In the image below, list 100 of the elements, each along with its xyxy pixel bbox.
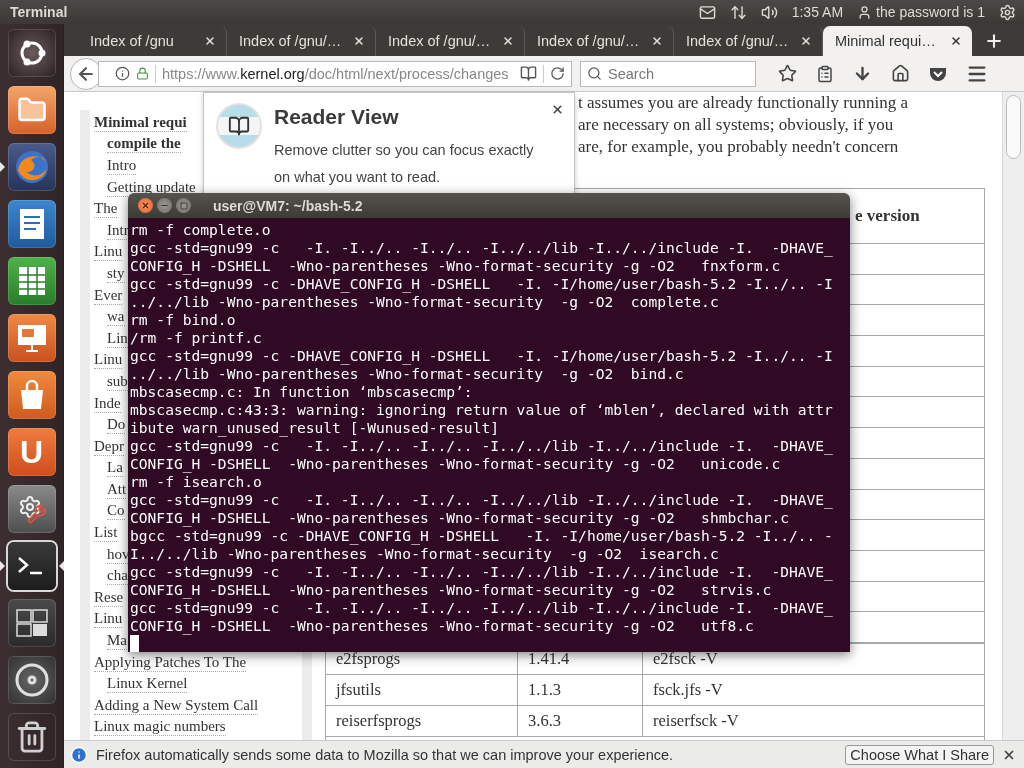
user-name[interactable]: the password is 1: [876, 4, 985, 20]
download-icon[interactable]: [853, 64, 872, 83]
tab-close-button[interactable]: [353, 35, 365, 47]
terminal-output-line: ../../lib -Wno-parentheses -Wno-format-security -g -O2 complete.c: [130, 293, 719, 311]
toc-link[interactable]: wa: [107, 308, 125, 327]
browser-tab[interactable]: Minimal requi…: [823, 26, 972, 56]
scrollbar[interactable]: [1002, 92, 1024, 740]
clock[interactable]: 1:35 AM: [791, 4, 844, 20]
toc-link[interactable]: sty: [107, 264, 125, 283]
toc-link[interactable]: cha: [107, 567, 128, 586]
reader-view-icon: [216, 103, 262, 149]
notification-text: Firefox automatically sends some data to Mozilla so that we can improve your experience.: [96, 746, 675, 763]
toc-link[interactable]: Minimal requi: [94, 113, 187, 132]
toc-link[interactable]: The: [94, 200, 118, 219]
mail-icon[interactable]: [698, 3, 716, 21]
terminal-output-line: ibute warn_unused_result [-Wunused-result]: [130, 419, 500, 437]
paragraph-line: are necessary on all systems; obviously, if you: [578, 114, 894, 136]
user-icon[interactable]: [857, 4, 873, 20]
terminal-output-line: bgcc -std=gnu99 -c -DHAVE_CONFIG_H -DSHELL -I. -I/home/user/bash-5.2 -I../.. -: [130, 527, 833, 545]
toc-link[interactable]: Applying Patches To The: [94, 653, 247, 672]
toc-link[interactable]: La: [107, 459, 123, 478]
toc-link[interactable]: Linux Kernel: [107, 675, 188, 694]
workspaces-icon[interactable]: [7, 599, 56, 647]
url-text: https://www.kernel.org/doc/html/next/process/changes: [162, 65, 510, 82]
maximize-icon: [179, 201, 188, 210]
terminal-output-line: CONFIG_H -DSHELL -Wno-parentheses -Wno-format-security -g -O2 utf8.c: [130, 617, 754, 635]
letter-tile-icon[interactable]: U: [7, 428, 56, 476]
document-icon[interactable]: [7, 200, 56, 248]
table-cell-text: fsck.jfs -V: [652, 679, 724, 701]
toc-link[interactable]: Linu: [94, 243, 123, 262]
plus-icon[interactable]: [984, 31, 1004, 51]
minimize-button[interactable]: [157, 198, 172, 213]
terminal-output-line: ../../lib -Wno-parentheses -Wno-format-security -g -O2 bind.c: [130, 365, 684, 383]
paragraph-line: are, for example, you probably needn't concern: [578, 136, 899, 158]
toc-link[interactable]: Linu: [94, 351, 123, 370]
info-icon[interactable]: [115, 66, 130, 81]
spreadsheet-icon[interactable]: [7, 257, 56, 305]
terminal-output-line: CONFIG_H -DSHELL -Wno-parentheses -Wno-format-security -g -O2 fnxform.c: [130, 257, 781, 275]
toc-link[interactable]: compile the: [107, 135, 181, 154]
terminal-title: user@VM7: ~/bash-5.2: [213, 197, 363, 214]
star-icon[interactable]: [778, 64, 797, 83]
toc-link[interactable]: sub: [107, 372, 128, 391]
settings-icon[interactable]: [7, 485, 56, 533]
terminal-output-line: CONFIG_H -DSHELL -Wno-parentheses -Wno-format-security -g -O2 shmbchar.c: [130, 509, 789, 527]
address-field[interactable]: https://www.kernel.org/doc/html/next/process/changes: [98, 60, 572, 87]
terminal-output-line: rm -f isearch.o: [130, 473, 262, 491]
table-cell-text: reiserfsck -V: [652, 710, 740, 732]
shield-icon[interactable]: [929, 65, 947, 82]
toc-link[interactable]: Lin: [107, 329, 128, 348]
folder-icon[interactable]: [7, 86, 56, 134]
popup-title: Reader View: [274, 105, 400, 129]
tab-close-button[interactable]: [204, 35, 216, 47]
tab-close-button[interactable]: [502, 35, 514, 47]
terminal-output-line: CONFIG_H -DSHELL -Wno-parentheses -Wno-format-security -g -O2 unicode.c: [130, 455, 781, 473]
toc-link[interactable]: Depr: [94, 437, 124, 456]
presentation-icon[interactable]: [7, 314, 56, 362]
tab-close-button[interactable]: [800, 35, 812, 47]
volume-icon[interactable]: [760, 3, 778, 21]
toc-link[interactable]: Do: [107, 416, 126, 435]
toc-link[interactable]: Att: [107, 480, 127, 499]
toc-link[interactable]: Ever: [94, 286, 123, 305]
info-icon: [70, 745, 88, 764]
column-header: e version: [854, 205, 921, 227]
terminal-output-line: gcc -std=gnu99 -c -DHAVE_CONFIG_H -DSHELL -I. -I/home/user/bash-5.2 -I../.. -I: [130, 275, 833, 293]
search-field[interactable]: Search: [580, 60, 756, 87]
shopping-bag-icon[interactable]: [7, 371, 56, 419]
terminal-output-line: gcc -std=gnu99 -c -I. -I../.. -I../.. -I../../lib -I../../include -I. -DHAVE_: [130, 491, 833, 509]
terminal-output-line: I../../lib -Wno-parentheses -Wno-format-security -g -O2 isearch.c: [130, 545, 719, 563]
table-cell: reiserfsprogs: [326, 706, 518, 736]
text-cursor: [130, 635, 139, 652]
toc-link[interactable]: Rese: [94, 588, 124, 607]
choose-share-button[interactable]: Choose What I Share: [845, 744, 994, 765]
toc-link[interactable]: Intro: [107, 157, 137, 175]
terminal-output-line: gcc -std=gnu99 -c -I. -I../.. -I../.. -I../../lib -I../../include -I. -DHAVE_: [130, 239, 833, 257]
close-button[interactable]: [551, 103, 564, 116]
toc-link[interactable]: List: [94, 524, 118, 543]
toc-link[interactable]: Linu: [94, 610, 123, 629]
toc-link[interactable]: Ma: [107, 632, 127, 651]
home-icon[interactable]: [891, 64, 910, 83]
toc-link[interactable]: Linux magic numbers: [94, 718, 226, 737]
close-button[interactable]: [138, 198, 153, 213]
toc-link[interactable]: Co: [107, 502, 125, 521]
toc-link[interactable]: Inde: [94, 394, 121, 413]
tab-close-button[interactable]: [950, 35, 962, 47]
maximize-button[interactable]: [176, 198, 191, 213]
lock-icon: [136, 67, 149, 80]
toc-link[interactable]: Adding a New System Call: [94, 696, 259, 715]
terminal-icon[interactable]: [7, 542, 56, 590]
reload-icon[interactable]: [550, 66, 565, 81]
tab-close-button[interactable]: [651, 35, 663, 47]
window-title: Terminal: [10, 4, 69, 20]
search-icon: [587, 65, 602, 81]
globe-icon[interactable]: [7, 143, 56, 191]
terminal-output-line: gcc -std=gnu99 -c -I. -I../.. -I../.. -I../../lib -I../../include -I. -DHAVE_: [130, 563, 833, 581]
ubuntu-logo-icon[interactable]: [7, 29, 56, 77]
table-cell: jfsutils: [326, 675, 518, 705]
settings-icon[interactable]: [999, 3, 1016, 21]
list-icon[interactable]: [816, 64, 834, 83]
reader-view-icon[interactable]: [520, 65, 537, 82]
network-icon[interactable]: [729, 3, 747, 21]
